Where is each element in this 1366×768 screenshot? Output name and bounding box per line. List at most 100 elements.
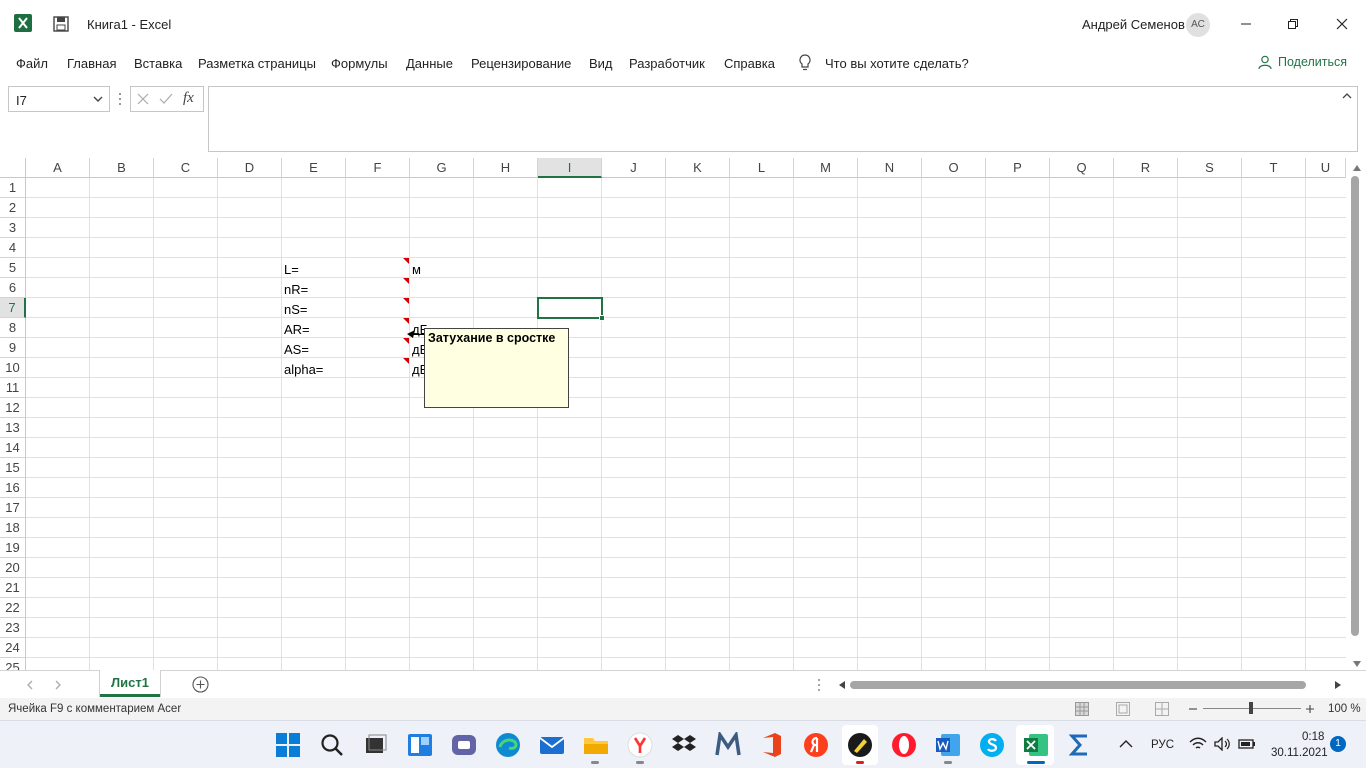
- language-indicator[interactable]: РУС: [1151, 739, 1174, 751]
- sheet-next-icon[interactable]: [54, 680, 62, 690]
- row-header-21[interactable]: 21: [0, 578, 26, 598]
- comment-indicator[interactable]: [403, 258, 409, 264]
- column-header-K[interactable]: K: [666, 158, 730, 178]
- column-header-S[interactable]: S: [1178, 158, 1242, 178]
- zoom-level[interactable]: 100 %: [1328, 703, 1361, 715]
- column-header-B[interactable]: B: [90, 158, 154, 178]
- tab-view[interactable]: Вид: [589, 56, 613, 71]
- page-layout-view-icon[interactable]: [1116, 702, 1130, 716]
- battery-icon[interactable]: [1238, 737, 1256, 751]
- zoom-out-icon[interactable]: [1188, 702, 1198, 716]
- column-header-F[interactable]: F: [346, 158, 410, 178]
- office-icon[interactable]: [759, 732, 785, 758]
- share-button[interactable]: Поделиться: [1258, 55, 1347, 69]
- word-icon[interactable]: [935, 732, 961, 758]
- comment-popup[interactable]: Затухание в сростке: [424, 328, 569, 408]
- dropbox-icon[interactable]: [671, 732, 697, 758]
- row-header-17[interactable]: 17: [0, 498, 26, 518]
- column-header-N[interactable]: N: [858, 158, 922, 178]
- column-header-D[interactable]: D: [218, 158, 282, 178]
- volume-icon[interactable]: [1214, 737, 1232, 751]
- tray-expand-icon[interactable]: [1119, 739, 1133, 749]
- mail-icon[interactable]: [539, 732, 565, 758]
- scroll-up-icon[interactable]: [1352, 164, 1362, 172]
- column-header-R[interactable]: R: [1114, 158, 1178, 178]
- tab-insert[interactable]: Вставка: [134, 56, 182, 71]
- scroll-right-icon[interactable]: [1334, 680, 1342, 690]
- tab-page-layout[interactable]: Разметка страницы: [198, 56, 316, 71]
- row-header-12[interactable]: 12: [0, 398, 26, 418]
- column-header-C[interactable]: C: [154, 158, 218, 178]
- split-grip-icon[interactable]: [817, 678, 821, 692]
- tell-me-search[interactable]: Что вы хотите сделать?: [825, 56, 969, 71]
- cell-E9[interactable]: AS=: [284, 342, 309, 357]
- selected-cell-I7[interactable]: [537, 297, 603, 319]
- widgets-icon[interactable]: [407, 732, 433, 758]
- file-explorer-icon[interactable]: [583, 732, 609, 758]
- cell-E5[interactable]: L=: [284, 262, 299, 277]
- excel-icon[interactable]: [1023, 732, 1049, 758]
- chevron-down-icon[interactable]: [93, 96, 103, 104]
- comment-indicator[interactable]: [403, 338, 409, 344]
- cell-E7[interactable]: nS=: [284, 302, 308, 317]
- comment-indicator[interactable]: [403, 278, 409, 284]
- save-icon[interactable]: [53, 16, 69, 32]
- page-break-view-icon[interactable]: [1155, 702, 1169, 716]
- worksheet-grid[interactable]: ABCDEFGHIJKLMNOPQRSTU 1 2 3 4 5 6 7 8 9 10 11 12 13 1…: [0, 158, 1366, 670]
- tab-data[interactable]: Данные: [406, 56, 453, 71]
- column-header-J[interactable]: J: [602, 158, 666, 178]
- row-header-9[interactable]: 9: [0, 338, 26, 358]
- row-header-5[interactable]: 5: [0, 258, 26, 278]
- teams-chat-icon[interactable]: [451, 732, 477, 758]
- row-header-22[interactable]: 22: [0, 598, 26, 618]
- row-header-25[interactable]: 25: [0, 658, 26, 670]
- opera-icon[interactable]: [891, 732, 917, 758]
- comment-indicator[interactable]: [403, 298, 409, 304]
- row-header-1[interactable]: 1: [0, 178, 26, 198]
- row-header-14[interactable]: 14: [0, 438, 26, 458]
- column-header-E[interactable]: E: [282, 158, 346, 178]
- scroll-down-icon[interactable]: [1352, 660, 1362, 668]
- cell-E8[interactable]: AR=: [284, 322, 310, 337]
- collapse-formula-icon[interactable]: [1342, 92, 1352, 100]
- row-header-19[interactable]: 19: [0, 538, 26, 558]
- formula-input[interactable]: [208, 86, 1358, 152]
- tab-help[interactable]: Справка: [724, 56, 775, 71]
- zoom-in-icon[interactable]: [1305, 702, 1315, 716]
- row-header-2[interactable]: 2: [0, 198, 26, 218]
- row-header-15[interactable]: 15: [0, 458, 26, 478]
- vertical-scroll-thumb[interactable]: [1351, 176, 1359, 636]
- search-icon[interactable]: [320, 733, 344, 757]
- zoom-slider-thumb[interactable]: [1249, 702, 1253, 714]
- sigma-icon[interactable]: [1067, 732, 1093, 758]
- comment-indicator[interactable]: [403, 358, 409, 364]
- confirm-check-icon[interactable]: [159, 93, 173, 105]
- sheet-tab-active[interactable]: Лист1: [100, 670, 160, 697]
- select-all-corner[interactable]: [0, 158, 26, 178]
- task-view-icon[interactable]: [363, 733, 387, 757]
- row-header-11[interactable]: 11: [0, 378, 26, 398]
- avatar[interactable]: АС: [1186, 13, 1210, 37]
- name-box[interactable]: I7: [8, 86, 110, 112]
- notification-badge[interactable]: 1: [1330, 736, 1346, 752]
- yandex-browser-icon[interactable]: [627, 732, 653, 758]
- tab-developer[interactable]: Разработчик: [629, 56, 705, 71]
- tab-formulas[interactable]: Формулы: [331, 56, 388, 71]
- column-header-M[interactable]: M: [794, 158, 858, 178]
- tab-review[interactable]: Рецензирование: [471, 56, 571, 71]
- formula-bar-grip-icon[interactable]: [118, 92, 122, 106]
- restore-button[interactable]: [1278, 10, 1308, 38]
- row-header-4[interactable]: 4: [0, 238, 26, 258]
- column-header-I[interactable]: I: [538, 158, 602, 178]
- scroll-left-icon[interactable]: [838, 680, 846, 690]
- normal-view-icon[interactable]: [1075, 702, 1089, 716]
- column-header-P[interactable]: P: [986, 158, 1050, 178]
- yandex-icon[interactable]: [803, 732, 829, 758]
- column-header-L[interactable]: L: [730, 158, 794, 178]
- column-header-A[interactable]: A: [26, 158, 90, 178]
- cancel-icon[interactable]: [137, 93, 149, 105]
- row-header-18[interactable]: 18: [0, 518, 26, 538]
- clock-date[interactable]: 30.11.2021: [1271, 747, 1328, 759]
- row-header-13[interactable]: 13: [0, 418, 26, 438]
- close-button[interactable]: [1327, 10, 1357, 38]
